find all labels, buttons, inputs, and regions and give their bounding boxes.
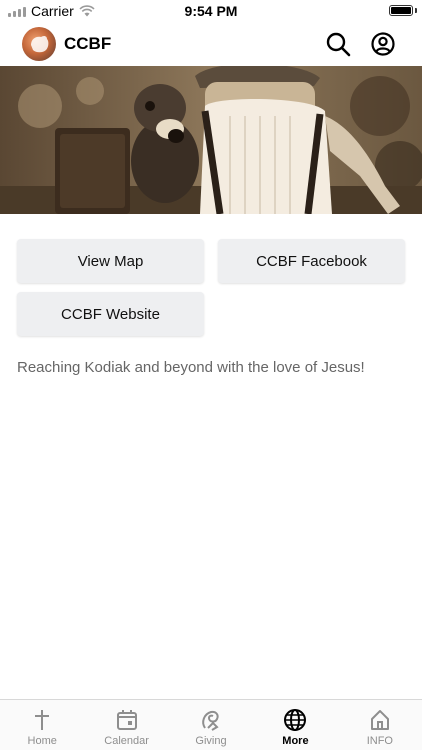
hero-image (0, 66, 422, 214)
tab-bar: Home Calendar Giving More INFO (0, 699, 422, 750)
tab-info[interactable]: INFO (338, 700, 422, 750)
app-title: CCBF (64, 34, 112, 53)
website-button[interactable]: CCBF Website (17, 292, 204, 336)
tab-more[interactable]: More (253, 700, 337, 750)
app-logo (22, 27, 56, 61)
house-icon (370, 710, 389, 730)
app-header: CCBF (0, 22, 422, 66)
tab-label: More (282, 735, 309, 747)
tab-giving[interactable]: Giving (169, 700, 253, 750)
globe-icon (284, 709, 307, 731)
search-icon[interactable] (325, 31, 351, 57)
tagline-text: Reaching Kodiak and beyond with the love… (17, 359, 365, 376)
giving-icon (202, 710, 219, 731)
battery-icon (389, 5, 413, 16)
view-map-button[interactable]: View Map (17, 239, 204, 283)
status-time: 9:54 PM (184, 3, 238, 19)
facebook-button[interactable]: CCBF Facebook (218, 239, 405, 283)
status-bar: Carrier 9:54 PM (0, 0, 422, 22)
tab-label: Calendar (104, 735, 149, 747)
tab-calendar[interactable]: Calendar (84, 700, 168, 750)
account-icon[interactable] (370, 31, 396, 57)
tab-label: INFO (366, 735, 393, 747)
cross-icon (35, 710, 50, 730)
tab-home[interactable]: Home (0, 700, 84, 750)
calendar-icon (116, 710, 137, 730)
tab-label: Home (27, 735, 57, 747)
tab-label: Giving (195, 735, 227, 747)
